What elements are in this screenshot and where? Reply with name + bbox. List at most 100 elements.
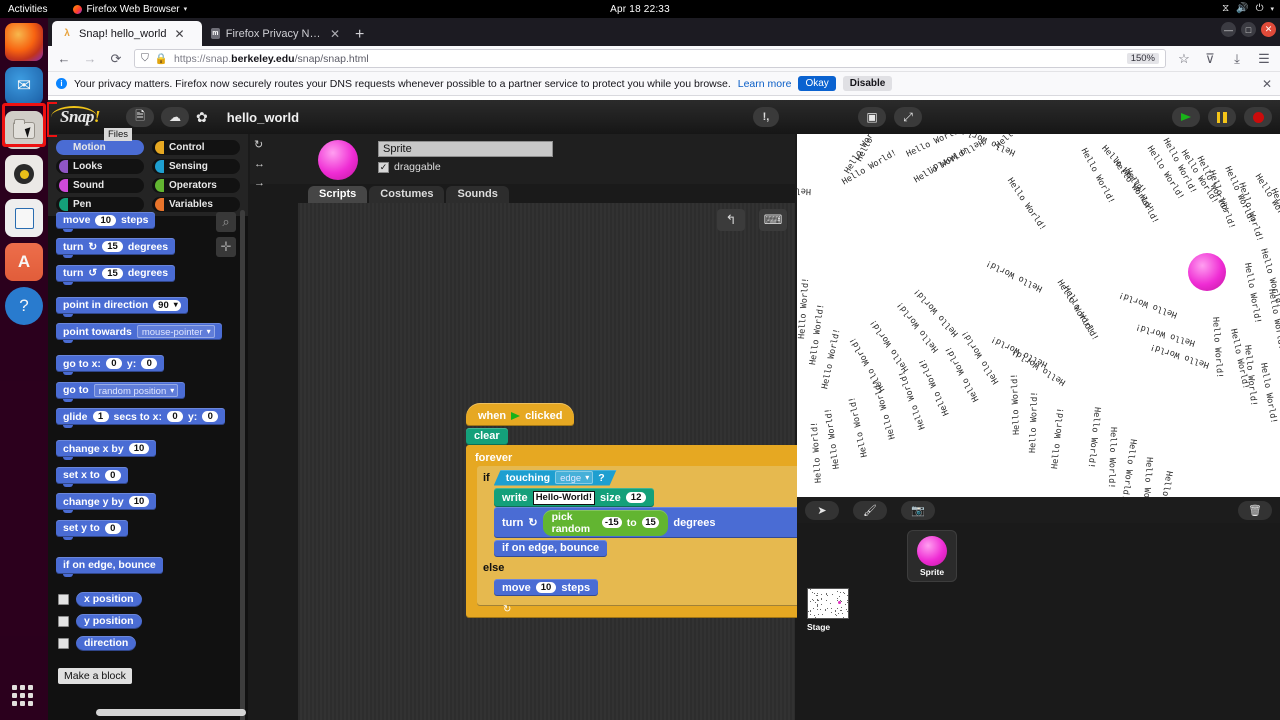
block-write[interactable]: write Hello-World! size 12 xyxy=(494,488,654,507)
downloads-icon[interactable]: ⤓ xyxy=(1229,51,1245,67)
category-looks[interactable]: Looks xyxy=(56,159,144,174)
dock-item-rhythmbox[interactable] xyxy=(5,155,43,193)
draggable-toggle[interactable]: ✓ draggable xyxy=(378,161,441,173)
steps-slot[interactable]: 10 xyxy=(536,582,557,593)
corral-stage[interactable]: Stage xyxy=(807,588,849,632)
back-button[interactable]: ← xyxy=(56,51,72,66)
tab-snap-hello-world[interactable]: λ Snap! hello_world ✕ xyxy=(52,21,202,46)
number-slot[interactable]: 10 xyxy=(129,496,150,507)
url-bar[interactable]: ⛉ 🔒 https://snap.berkeley.edu/snap/snap.… xyxy=(134,49,1166,68)
pocket-icon[interactable]: ⊽ xyxy=(1202,51,1218,67)
camera-sprite-button[interactable]: 📷 xyxy=(901,501,935,520)
direction-dropdown[interactable]: 90 xyxy=(153,300,181,311)
dock-item-software[interactable]: A xyxy=(5,243,43,281)
palette-block-move[interactable]: move 10 steps xyxy=(56,212,155,229)
write-size-slot[interactable]: 12 xyxy=(626,492,647,503)
y-slot[interactable]: 0 xyxy=(202,411,218,422)
forward-button[interactable]: → xyxy=(82,51,98,66)
stop-button[interactable] xyxy=(1244,107,1272,127)
bookmark-star-icon[interactable]: ☆ xyxy=(1176,51,1192,67)
watcher-checkbox[interactable] xyxy=(58,638,69,649)
system-tray[interactable]: ⧖ 🔊 ⏻ ▾ xyxy=(1222,4,1274,14)
snap-logo[interactable]: Snap! xyxy=(56,107,100,127)
category-sensing[interactable]: Sensing xyxy=(152,159,240,174)
okay-button[interactable]: Okay xyxy=(798,76,835,91)
category-operators[interactable]: Operators xyxy=(152,178,240,193)
sprite-name-input[interactable]: Sprite xyxy=(378,141,553,157)
corral-sprite-sprite[interactable]: Sprite xyxy=(907,530,957,582)
tab-costumes[interactable]: Costumes xyxy=(369,186,444,203)
x-slot[interactable]: 0 xyxy=(167,411,183,422)
menu-icon[interactable]: ☰ xyxy=(1256,51,1272,67)
close-notification-icon[interactable]: ✕ xyxy=(1262,77,1272,91)
palette-block-point-in-direction[interactable]: point in direction 90 xyxy=(56,297,188,314)
category-motion[interactable]: Motion xyxy=(56,140,144,155)
number-slot[interactable]: 0 xyxy=(105,470,121,481)
block-touching[interactable]: touching edge ? xyxy=(494,470,617,486)
watcher-checkbox[interactable] xyxy=(58,594,69,605)
palette-block-go-to[interactable]: go to random position xyxy=(56,382,185,399)
y-slot[interactable]: 0 xyxy=(141,358,157,369)
stage[interactable]: Hello World! Hello World! Hello World! Hell… xyxy=(797,134,1280,497)
tab-firefox-privacy-notice[interactable]: m Firefox Privacy Notice — ✕ xyxy=(202,21,347,46)
palette-block-turn-ccw[interactable]: turn ↺ 15 degrees xyxy=(56,265,175,282)
dock-item-thunderbird[interactable]: ✉ xyxy=(5,67,43,105)
stage-size-icon[interactable]: ▣ xyxy=(858,107,886,127)
block-when-green-flag-clicked[interactable]: when clicked xyxy=(466,403,574,426)
reporter-label[interactable]: y position xyxy=(76,614,142,629)
dock-item-firefox[interactable] xyxy=(5,23,43,61)
number-slot[interactable]: 10 xyxy=(129,443,150,454)
position-dropdown[interactable]: random position xyxy=(94,384,179,397)
fullscreen-icon[interactable]: ⤢ xyxy=(894,107,922,127)
gear-icon[interactable]: ✿ xyxy=(196,109,208,126)
learn-more-link[interactable]: Learn more xyxy=(738,78,792,90)
palette-block-change-y[interactable]: change y by 10 xyxy=(56,493,156,510)
palette-block-set-y[interactable]: set y to 0 xyxy=(56,520,128,537)
palette-block-go-to-xy[interactable]: go to x: 0 y: 0 xyxy=(56,355,164,372)
green-flag-button[interactable] xyxy=(1172,107,1200,127)
block-pick-random[interactable]: pick random -15 to 15 xyxy=(543,510,669,536)
pause-button[interactable] xyxy=(1208,107,1236,127)
target-dropdown[interactable]: mouse-pointer xyxy=(137,325,215,338)
file-icon[interactable]: 🗎 xyxy=(126,107,154,127)
add-sprite-button[interactable]: ➤ xyxy=(805,501,839,520)
new-tab-button[interactable]: + xyxy=(347,27,372,46)
palette-block-point-towards[interactable]: point towards mouse-pointer xyxy=(56,323,222,340)
activities-button[interactable]: Activities xyxy=(0,4,47,15)
lock-icon[interactable]: 🔒 xyxy=(155,52,168,65)
zoom-level-badge[interactable]: 150% xyxy=(1127,53,1159,64)
palette-block-turn-cw[interactable]: turn ↻ 15 degrees xyxy=(56,238,175,255)
alert-icon[interactable]: !, xyxy=(753,107,779,127)
make-a-block-button[interactable]: Make a block xyxy=(58,668,132,684)
draggable-checkbox[interactable]: ✓ xyxy=(378,162,389,173)
dock-item-files[interactable] xyxy=(5,111,43,149)
shield-icon[interactable]: ⛉ xyxy=(141,52,149,65)
palette-block-set-x[interactable]: set x to 0 xyxy=(56,467,128,484)
keyboard-icon[interactable]: ⌨ xyxy=(759,209,787,231)
random-to-slot[interactable]: 15 xyxy=(642,517,660,528)
reporter-label[interactable]: x position xyxy=(76,592,142,607)
palette-block-glide[interactable]: glide 1 secs to x: 0 y: 0 xyxy=(56,408,225,425)
close-icon[interactable]: ✕ xyxy=(174,27,184,41)
block-move[interactable]: move 10 steps xyxy=(494,579,598,596)
app-menu-button[interactable]: Firefox Web Browser ▾ xyxy=(73,4,187,15)
palette-scrollbar[interactable] xyxy=(240,210,245,720)
number-slot[interactable]: 10 xyxy=(95,215,116,226)
left-right-icon[interactable]: ↔ xyxy=(254,158,265,170)
palette-block-change-x[interactable]: change x by 10 xyxy=(56,440,156,457)
touching-dropdown[interactable]: edge xyxy=(555,471,593,484)
random-from-slot[interactable]: -15 xyxy=(602,517,622,528)
paint-sprite-button[interactable]: 🖌 xyxy=(853,501,887,520)
palette-reporter-x-position[interactable]: x position xyxy=(56,592,244,607)
scripts-pane[interactable]: ↰ ⌨ when clicked clear forever if touchi… xyxy=(298,203,795,720)
number-slot[interactable]: 15 xyxy=(102,268,123,279)
write-text-slot[interactable]: Hello-World! xyxy=(533,491,595,505)
palette-horizontal-scrollbar[interactable] xyxy=(96,709,246,716)
dock-item-help[interactable]: ? xyxy=(5,287,43,325)
secs-slot[interactable]: 1 xyxy=(93,411,109,422)
cloud-icon[interactable]: ☁ xyxy=(161,107,189,127)
block-clear[interactable]: clear xyxy=(466,428,508,445)
reload-button[interactable]: ⟳ xyxy=(108,51,124,67)
sprite-thumbnail[interactable] xyxy=(318,140,358,180)
x-slot[interactable]: 0 xyxy=(106,358,122,369)
